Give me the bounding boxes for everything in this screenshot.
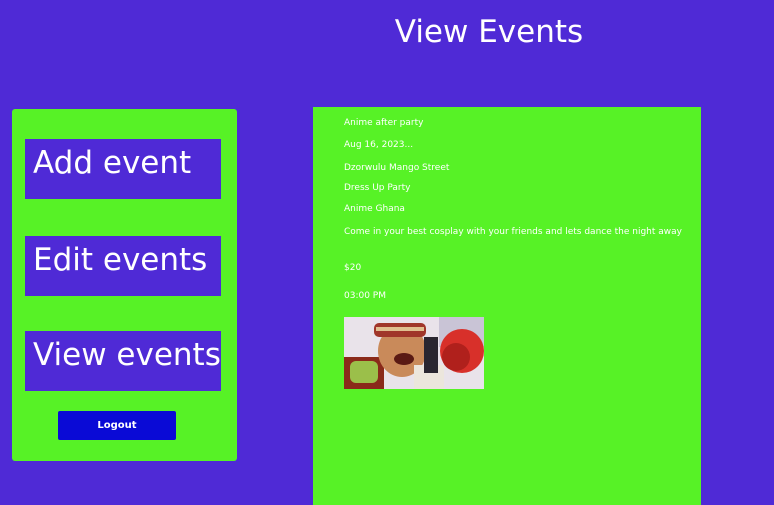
event-price: $20 [344, 263, 362, 273]
view-events-button[interactable]: View events [25, 331, 221, 391]
event-location: Dzorwulu Mango Street [344, 163, 450, 173]
event-title: Anime after party [344, 118, 424, 128]
event-image [344, 317, 484, 389]
event-description: Come in your best cosplay with your frie… [344, 227, 682, 237]
event-organizer: Anime Ghana [344, 204, 405, 214]
logout-button[interactable]: Logout [58, 411, 176, 440]
edit-events-button[interactable]: Edit events [25, 236, 221, 296]
sidebar: Add event Edit events View events Logout [12, 109, 237, 461]
event-card: Anime after party Aug 16, 2023... Dzorwu… [313, 107, 701, 505]
page-title: View Events [394, 14, 584, 50]
event-time: 03:00 PM [344, 291, 386, 301]
add-event-button[interactable]: Add event [25, 139, 221, 199]
event-type: Dress Up Party [344, 183, 411, 193]
event-date: Aug 16, 2023... [344, 140, 414, 150]
